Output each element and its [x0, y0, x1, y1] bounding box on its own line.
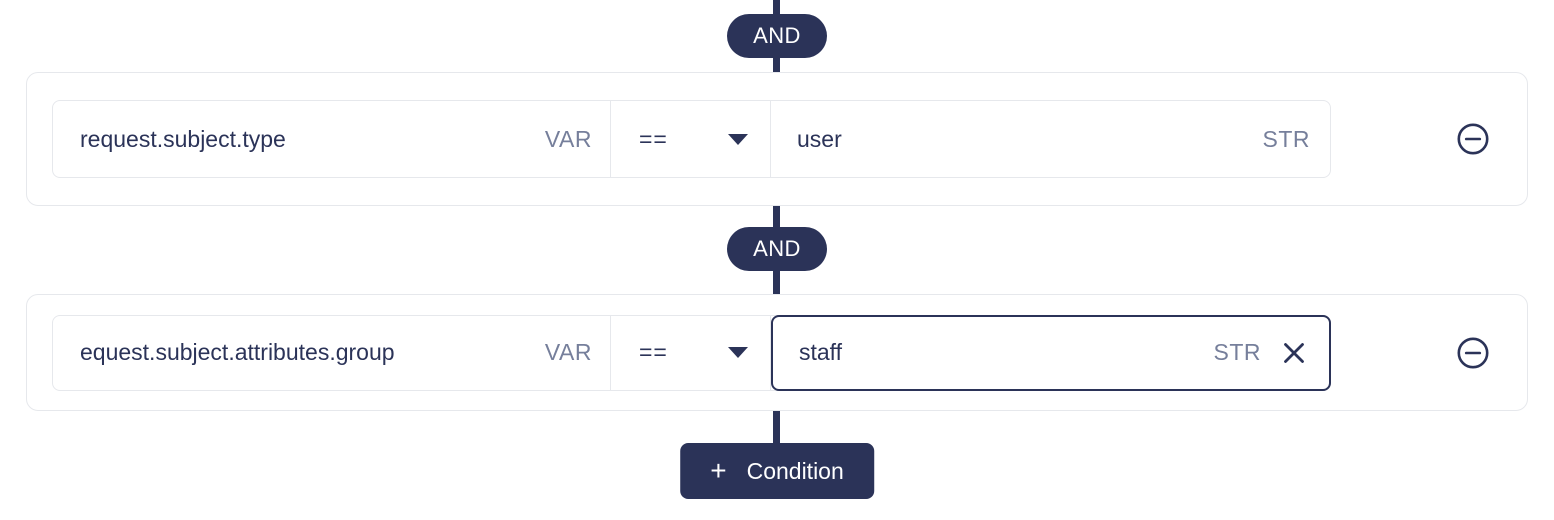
value-text: staff — [799, 339, 843, 365]
condition-input-group: equest.subject.attributes.group VAR == s… — [52, 314, 1331, 391]
variable-value: equest.subject.attributes.group — [80, 339, 395, 365]
chevron-down-icon — [728, 347, 748, 358]
variable-type-badge: VAR — [544, 339, 592, 365]
variable-field[interactable]: equest.subject.attributes.group VAR — [53, 315, 611, 390]
circle-minus-icon — [1457, 123, 1489, 155]
condition-row: equest.subject.attributes.group VAR == s… — [26, 294, 1528, 411]
value-field[interactable]: user STR — [771, 101, 1330, 177]
remove-condition-button[interactable] — [1456, 336, 1490, 370]
value-text: user — [797, 125, 842, 152]
operator-select[interactable]: == — [611, 101, 771, 177]
add-condition-label: Condition — [746, 457, 844, 484]
plus-icon: + — [710, 455, 727, 486]
variable-type-badge: VAR — [544, 125, 592, 152]
variable-value: request.subject.type — [80, 125, 286, 152]
clear-value-button[interactable] — [1279, 338, 1309, 368]
logic-operator-and-2[interactable]: AND — [727, 227, 827, 271]
chevron-down-icon — [728, 133, 748, 145]
value-type-badge: STR — [1262, 125, 1310, 152]
operator-value: == — [639, 339, 668, 365]
logic-operator-label: AND — [753, 236, 801, 261]
logic-operator-and-1[interactable]: AND — [727, 14, 827, 58]
logic-operator-label: AND — [753, 23, 801, 48]
remove-condition-button[interactable] — [1456, 122, 1490, 156]
condition-builder: AND request.subject.type VAR == user STR — [0, 0, 1554, 520]
value-type-badge: STR — [1213, 339, 1261, 365]
close-icon — [1284, 342, 1304, 363]
operator-select[interactable]: == — [611, 315, 771, 390]
operator-value: == — [639, 125, 668, 152]
add-condition-button[interactable]: + Condition — [680, 443, 874, 499]
circle-minus-icon — [1457, 337, 1489, 368]
condition-input-group: request.subject.type VAR == user STR — [52, 100, 1331, 178]
condition-row: request.subject.type VAR == user STR — [26, 72, 1528, 206]
value-field[interactable]: staff STR — [771, 314, 1331, 391]
variable-field[interactable]: request.subject.type VAR — [53, 101, 611, 177]
